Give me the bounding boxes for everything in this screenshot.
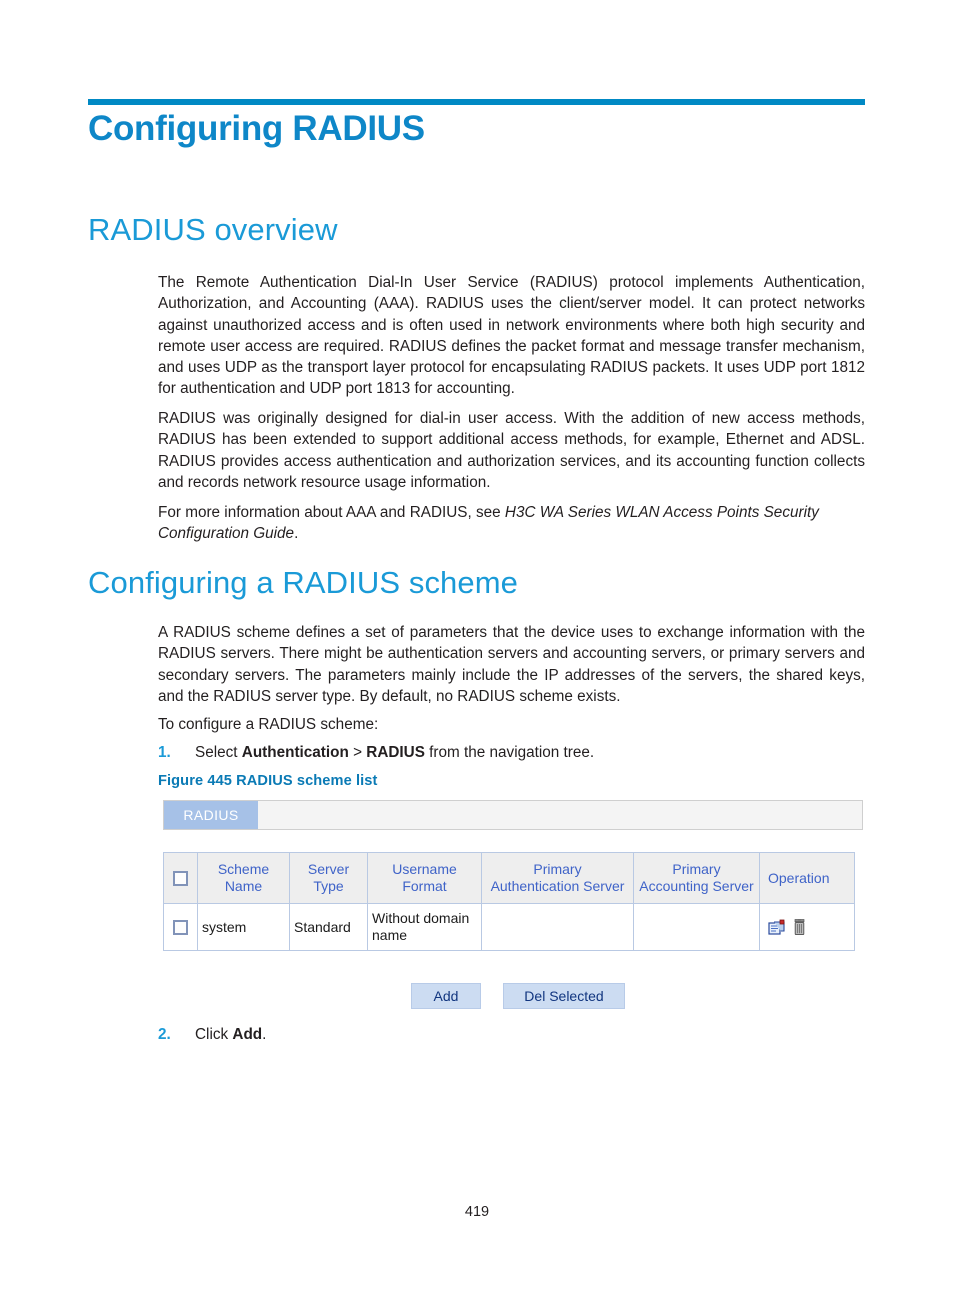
paragraph-scheme-1: A RADIUS scheme defines a set of paramet…	[158, 624, 865, 705]
paragraph-overview-3-prefix: For more information about AAA and RADIU…	[158, 504, 505, 521]
heading-configuring-radius-scheme: Configuring a RADIUS scheme	[88, 565, 518, 600]
operation-icon-group	[764, 918, 850, 936]
document-page: Configuring RADIUS RADIUS overview The R…	[0, 0, 954, 1296]
column-header-scheme-name-line2: Name	[224, 878, 263, 894]
table-row: system Standard Without domain name	[163, 903, 855, 951]
column-header-primary-accounting-server[interactable]: Primary Accounting Server	[633, 852, 760, 904]
step-1-menu-authentication: Authentication	[241, 744, 349, 761]
column-header-server-type-line2: Type	[313, 878, 344, 894]
tab-radius[interactable]: RADIUS	[164, 801, 258, 829]
cell-primary-accounting-server	[633, 903, 760, 951]
radius-scheme-table-wrapper: Scheme Name Server Type Username Format	[163, 852, 855, 951]
paragraph-scheme-leadin: To configure a RADIUS scheme:	[158, 716, 379, 733]
heading-radius-overview: RADIUS overview	[88, 212, 338, 247]
step-1-number: 1.	[158, 744, 171, 761]
table-header-row: Scheme Name Server Type Username Format	[163, 852, 855, 904]
radius-scheme-table: Scheme Name Server Type Username Format	[163, 852, 855, 951]
column-header-primary-acct-line2: Accounting Server	[639, 878, 754, 894]
column-header-scheme-name-line1: Scheme	[217, 861, 270, 877]
column-header-server-type-line1: Server	[307, 861, 350, 877]
column-header-username-format-line2: Format	[402, 878, 447, 894]
row-select-checkbox[interactable]	[173, 920, 188, 936]
paragraph-overview-2: RADIUS was originally designed for dial-…	[158, 410, 865, 491]
step-2-text-part-1: Click	[195, 1026, 233, 1043]
column-header-primary-auth-line2: Authentication Server	[490, 878, 625, 894]
column-header-username-format[interactable]: Username Format	[367, 852, 482, 904]
step-1-text: Select Authentication > RADIUS from the …	[195, 742, 865, 763]
figure-screenshot-radius-scheme-list: RADIUS Scheme Name Server Type Username …	[163, 800, 863, 1009]
paragraph-overview-3: For more information about AAA and RADIU…	[158, 502, 865, 545]
figure-caption-445: Figure 445 RADIUS scheme list	[158, 773, 378, 789]
step-2-text: Click Add.	[195, 1024, 865, 1045]
chapter-title: Configuring RADIUS	[88, 109, 425, 148]
step-1-text-part-3: from the navigation tree.	[424, 744, 595, 761]
column-header-username-format-line1: Username	[392, 861, 457, 877]
select-all-checkbox[interactable]	[173, 871, 188, 887]
cell-server-type: Standard	[289, 903, 368, 951]
step-2-button-add: Add	[232, 1026, 263, 1043]
select-all-header	[163, 852, 198, 904]
cell-primary-authentication-server	[481, 903, 634, 951]
cell-username-format: Without domain name	[367, 903, 482, 951]
step-1: 1. Select Authentication > RADIUS from t…	[158, 742, 865, 763]
step-1-menu-radius: RADIUS	[366, 744, 425, 761]
row-select-cell	[163, 903, 198, 951]
page-number: 419	[464, 1204, 490, 1220]
step-2: 2. Click Add.	[158, 1024, 865, 1045]
step-1-text-part-2: >	[348, 744, 367, 761]
delete-icon[interactable]	[793, 918, 806, 936]
paragraph-overview-1: The Remote Authentication Dial-In User S…	[158, 274, 865, 398]
column-header-primary-authentication-server[interactable]: Primary Authentication Server	[481, 852, 634, 904]
step-1-text-part-1: Select	[195, 744, 242, 761]
column-header-operation: Operation	[759, 852, 855, 904]
cell-operation	[759, 903, 855, 951]
paragraph-overview-3-suffix: .	[294, 525, 299, 543]
step-2-text-part-2: .	[262, 1026, 267, 1043]
add-button[interactable]: Add	[411, 983, 481, 1009]
tab-strip: RADIUS	[163, 800, 863, 830]
chapter-rule	[88, 99, 865, 105]
column-header-operation-label: Operation	[768, 869, 830, 886]
column-header-server-type[interactable]: Server Type	[289, 852, 368, 904]
del-selected-button[interactable]: Del Selected	[503, 983, 625, 1009]
tab-strip-filler	[258, 801, 862, 829]
cell-scheme-name: system	[197, 903, 290, 951]
column-header-primary-acct-line1: Primary	[672, 861, 721, 877]
column-header-primary-auth-line1: Primary	[533, 861, 582, 877]
table-action-buttons: Add Del Selected	[163, 983, 863, 1009]
step-2-number: 2.	[158, 1026, 171, 1043]
edit-icon[interactable]	[768, 919, 786, 936]
column-header-scheme-name[interactable]: Scheme Name	[197, 852, 290, 904]
